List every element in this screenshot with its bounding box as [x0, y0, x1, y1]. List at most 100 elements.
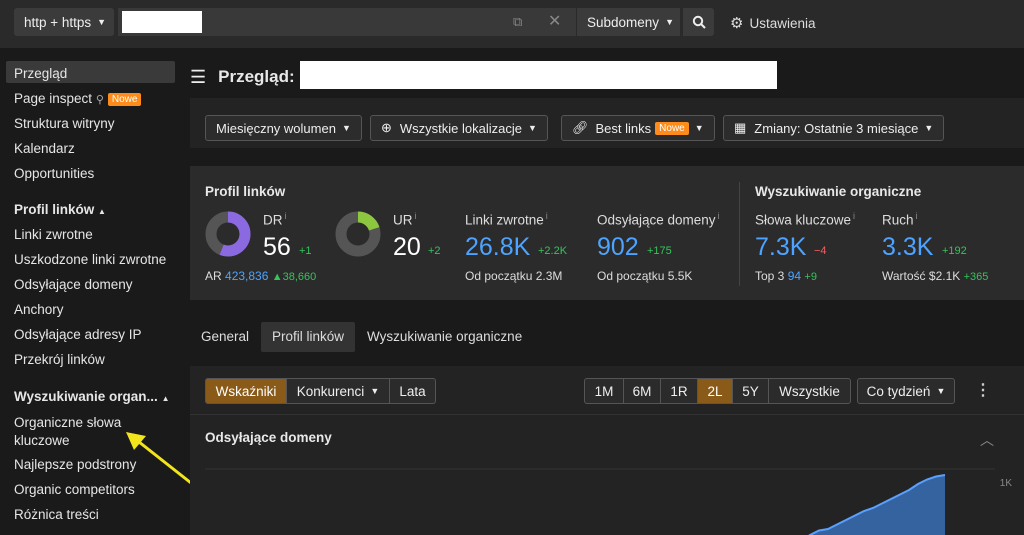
chart-panel: Wskaźniki Konkurenci ▼ Lata 1M 6M 1R 2L 5…: [190, 366, 1024, 535]
divider: [190, 414, 1024, 415]
new-badge: Nowe: [655, 121, 689, 135]
dr-value: 56: [263, 233, 291, 261]
chevron-down-icon: ▼: [936, 386, 946, 396]
view-metrics-button[interactable]: Wskaźniki: [205, 378, 287, 404]
sidebar-item-page-inspect[interactable]: Page inspect ⚲ Nowe: [14, 91, 142, 106]
keywords-value[interactable]: 7.3K: [755, 233, 806, 262]
sidebar-item-label: kluczowe: [14, 433, 70, 448]
protocol-select[interactable]: http + https ▼: [14, 8, 114, 36]
sidebar-item-site-structure[interactable]: Struktura witryny: [14, 116, 115, 131]
sidebar-item-organic-keywords[interactable]: Organiczne słowa kluczowe: [14, 414, 121, 450]
sidebar-item-calendar[interactable]: Kalendarz: [14, 141, 75, 156]
refdomains-value[interactable]: 902: [597, 233, 639, 262]
chevron-up-icon[interactable]: ︿: [980, 430, 994, 450]
range-all-button[interactable]: Wszystkie: [768, 378, 851, 404]
interval-label: Co tydzień: [866, 383, 931, 399]
metrics-panel: Profil linków Wyszukiwanie organiczne DR…: [190, 166, 1024, 300]
ar-row: AR 423,836 ▲38,660: [205, 269, 316, 283]
locations-dropdown[interactable]: ⊕ Wszystkie lokalizacje ▼: [370, 115, 548, 141]
ur-value: 20: [393, 233, 421, 261]
external-link-icon[interactable]: ⧉: [513, 14, 522, 30]
main-content: ☰ Przegląd: Miesięczny wolumen ▼ ⊕ Wszystk…: [190, 48, 1024, 535]
segment-label: Konkurenci: [296, 383, 365, 399]
sidebar-section-link-profile[interactable]: Profil linków ▲: [14, 202, 106, 217]
ur-label-text: UR: [393, 212, 413, 228]
sidebar-item-opportunities[interactable]: Opportunities: [14, 166, 94, 181]
interval-dropdown[interactable]: Co tydzień ▼: [857, 378, 955, 404]
redacted-url: [122, 11, 202, 33]
dr-label: DR i: [263, 211, 287, 228]
sidebar-item-referring-domains[interactable]: Odsyłające domeny: [14, 277, 133, 292]
sidebar-item-broken-backlinks[interactable]: Uszkodzone linki zwrotne: [14, 252, 166, 267]
top3-delta: +9: [804, 271, 817, 283]
traffic-label-text: Ruch: [882, 212, 914, 228]
tab-organic-search[interactable]: Wyszukiwanie organiczne: [356, 322, 533, 352]
info-icon[interactable]: i: [853, 211, 855, 221]
changes-dropdown[interactable]: ▦ Zmiany: Ostatnie 3 miesiące ▼: [723, 115, 945, 141]
sidebar-item-link-intersect[interactable]: Przekrój linków: [14, 352, 105, 367]
keywords-label-text: Słowa kluczowe: [755, 212, 852, 228]
settings-button[interactable]: ⚙ Ustawienia: [730, 14, 815, 32]
settings-label: Ustawienia: [749, 15, 816, 31]
sidebar-item-anchors[interactable]: Anchory: [14, 302, 64, 317]
best-links-dropdown[interactable]: 🔗︎ Best links Nowe ▼: [561, 115, 715, 141]
since-label: Od początku: [465, 269, 533, 283]
ar-delta-value: 38,660: [282, 271, 317, 283]
url-input[interactable]: ⧉ ✕: [118, 8, 576, 36]
info-icon[interactable]: i: [718, 211, 720, 221]
volume-dropdown[interactable]: Miesięczny wolumen ▼: [205, 115, 362, 141]
worth-delta: +365: [963, 271, 989, 283]
backlinks-value[interactable]: 26.8K: [465, 233, 530, 262]
close-icon[interactable]: ✕: [548, 11, 561, 31]
sidebar-item-content-gap[interactable]: Różnica treści: [14, 507, 99, 522]
chevron-down-icon: ▼: [370, 386, 380, 396]
view-competitors-dropdown[interactable]: Konkurenci ▼: [286, 378, 390, 404]
calendar-icon: ▦: [734, 120, 747, 135]
range-5y-button[interactable]: 5Y: [732, 378, 769, 404]
top3-value[interactable]: 94: [788, 269, 801, 283]
ur-donut: [335, 211, 381, 257]
sidebar-section-organic[interactable]: Wyszukiwanie organ... ▲: [14, 389, 169, 404]
range-1y-button[interactable]: 1R: [660, 378, 698, 404]
gear-icon: ⚙: [730, 15, 744, 32]
tab-link-profile[interactable]: Profil linków: [261, 322, 356, 352]
sidebar-item-label: Page inspect: [14, 91, 93, 106]
refdomains-since: Od początku 5.5K: [597, 269, 692, 283]
view-years-button[interactable]: Lata: [389, 378, 436, 404]
range-1m-button[interactable]: 1M: [584, 378, 624, 404]
divider: [739, 182, 740, 286]
filters-bar: Miesięczny wolumen ▼ ⊕ Wszystkie lokalizac…: [190, 98, 1024, 148]
info-icon[interactable]: i: [546, 211, 548, 221]
filter-label: Wszystkie lokalizacje: [399, 120, 522, 136]
sidebar-item-label: Organiczne słowa: [14, 415, 122, 430]
chevron-up-icon: ▲: [161, 394, 170, 403]
link-profile-header: Profil linków: [205, 184, 286, 199]
refdomains-label-text: Odsyłające domeny: [597, 212, 716, 228]
search-button[interactable]: [682, 8, 714, 36]
ar-delta: ▲38,660: [271, 271, 317, 283]
range-6m-button[interactable]: 6M: [623, 378, 661, 404]
more-options-icon[interactable]: ⋮: [975, 380, 991, 400]
chart-area: 1K: [205, 468, 1012, 535]
info-icon[interactable]: i: [285, 211, 287, 221]
search-icon: [692, 15, 706, 29]
sidebar-item-overview[interactable]: Przegląd: [14, 66, 67, 81]
sidebar-item-top-pages[interactable]: Najlepsze podstrony: [14, 457, 136, 472]
new-badge: Nowe: [107, 93, 142, 106]
sidebar-item-referring-ips[interactable]: Odsyłające adresy IP: [14, 327, 142, 342]
info-icon[interactable]: i: [415, 211, 417, 221]
organic-header: Wyszukiwanie organiczne: [755, 184, 922, 199]
refdomains-delta: +175: [647, 245, 672, 257]
menu-icon[interactable]: ☰: [190, 67, 206, 88]
sidebar-item-backlinks[interactable]: Linki zwrotne: [14, 227, 93, 242]
chart-title: Odsyłające domeny: [205, 430, 332, 445]
redacted-domain: [300, 61, 777, 89]
range-2y-button[interactable]: 2L: [697, 378, 733, 404]
page-header: ☰ Przegląd:: [190, 61, 777, 92]
tab-general[interactable]: General: [190, 322, 260, 352]
traffic-value[interactable]: 3.3K: [882, 233, 933, 262]
sidebar-item-organic-competitors[interactable]: Organic competitors: [14, 482, 135, 497]
mode-select[interactable]: Subdomeny ▼: [576, 8, 680, 36]
ar-value[interactable]: 423,836: [225, 269, 268, 283]
info-icon[interactable]: i: [916, 211, 918, 221]
